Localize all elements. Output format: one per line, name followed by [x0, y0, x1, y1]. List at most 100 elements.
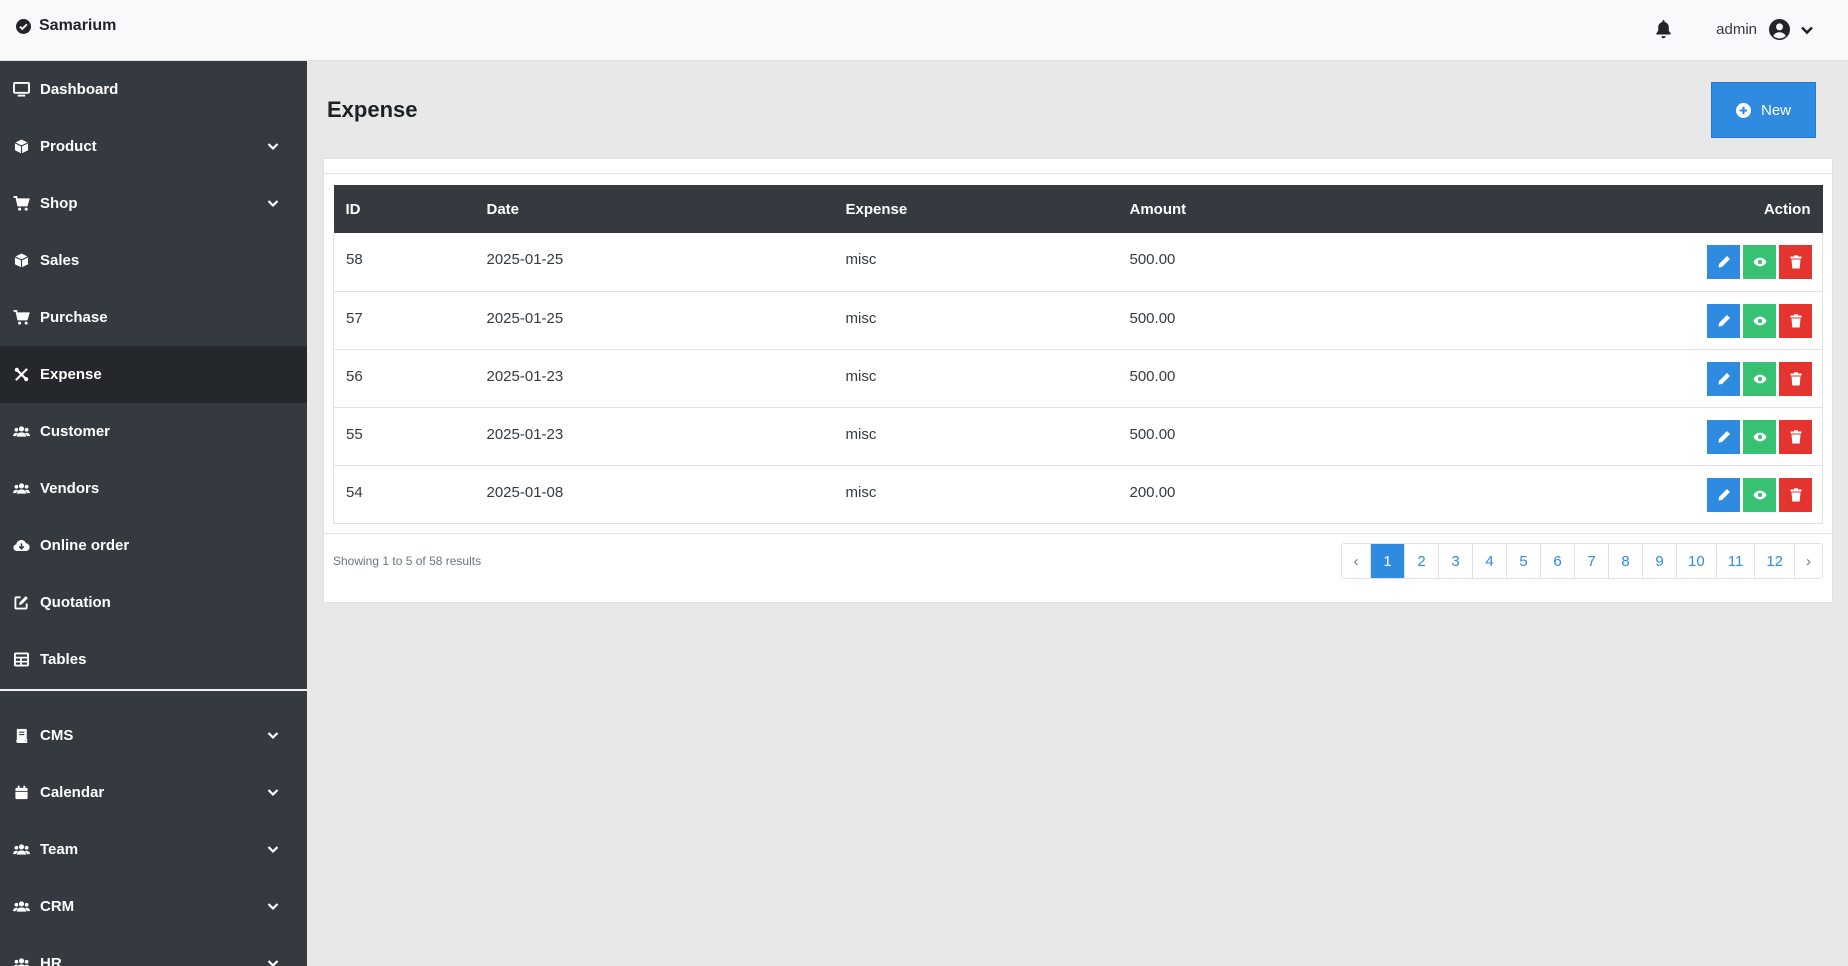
delete-button[interactable] — [1779, 419, 1812, 454]
eye-icon — [1752, 316, 1767, 325]
table-row: 58 2025-01-25 misc 500.00 — [333, 233, 1823, 291]
pagination-next[interactable]: › — [1794, 544, 1822, 578]
pagination-page-3[interactable]: 3 — [1438, 544, 1473, 578]
sidebar-item-label: HR — [40, 955, 62, 966]
sidebar-item-customer[interactable]: Customer — [0, 403, 307, 460]
sidebar-item-dashboard[interactable]: Dashboard — [0, 61, 307, 118]
pagination-page-5[interactable]: 5 — [1506, 544, 1541, 578]
sidebar-item-label: Quotation — [40, 594, 111, 611]
users-icon — [13, 426, 30, 437]
sidebar-item-sales[interactable]: Sales — [0, 232, 307, 289]
pagination-page-11[interactable]: 11 — [1715, 544, 1755, 578]
cloud-download-icon — [13, 539, 30, 552]
edit-button[interactable] — [1707, 477, 1740, 512]
cell-id: 54 — [346, 483, 363, 501]
cell-actions — [1418, 233, 1823, 291]
sidebar-item-crm[interactable]: CRM — [0, 878, 307, 935]
column-header-amount[interactable]: Amount — [1117, 185, 1418, 233]
bell-icon[interactable] — [1655, 20, 1672, 39]
sidebar-item-expense[interactable]: Expense — [0, 346, 307, 403]
pagination-page-6[interactable]: 6 — [1540, 544, 1575, 578]
sidebar-item-cms[interactable]: CMS — [0, 707, 307, 764]
chevron-down-icon — [267, 903, 279, 911]
cell-id: 56 — [346, 367, 363, 385]
pagination-page-8[interactable]: 8 — [1608, 544, 1643, 578]
calendar-icon — [15, 785, 28, 800]
cell-date: 2025-01-23 — [486, 425, 564, 443]
column-header-action: Action — [1417, 185, 1823, 233]
users-icon — [13, 901, 30, 912]
table-row: 54 2025-01-08 misc 200.00 — [333, 465, 1823, 523]
brand[interactable]: Samarium — [16, 17, 116, 35]
sidebar-item-purchase[interactable]: Purchase — [0, 289, 307, 346]
pagination-prev[interactable]: ‹ — [1342, 544, 1371, 578]
cell-date: 2025-01-08 — [486, 483, 564, 501]
edit-button[interactable] — [1707, 245, 1740, 279]
sidebar-item-product[interactable]: Product — [0, 118, 307, 175]
sidebar-item-vendors[interactable]: Vendors — [0, 460, 307, 517]
sidebar-item-label: Purchase — [40, 309, 108, 326]
sidebar-item-team[interactable]: Team — [0, 821, 307, 878]
brand-name: Samarium — [39, 17, 117, 34]
trash-icon — [1790, 371, 1801, 385]
trash-icon — [1790, 313, 1801, 327]
view-button[interactable] — [1743, 477, 1776, 512]
pencil-icon — [1718, 488, 1730, 500]
table-row: 56 2025-01-23 misc 500.00 — [333, 349, 1823, 407]
column-header-date[interactable]: Date — [474, 185, 834, 233]
cart-icon — [13, 310, 30, 325]
sidebar-item-quotation[interactable]: Quotation — [0, 574, 307, 631]
view-button[interactable] — [1743, 361, 1776, 396]
cell-expense: misc — [845, 309, 877, 327]
check-circle-icon — [16, 18, 31, 34]
column-header-id[interactable]: ID — [333, 185, 475, 233]
book-icon — [16, 728, 28, 743]
pencil-icon — [1718, 430, 1730, 442]
cell-expense: misc — [845, 251, 877, 268]
username[interactable]: admin — [1716, 21, 1757, 38]
user-avatar-icon[interactable] — [1769, 19, 1790, 40]
pagination-page-10[interactable]: 10 — [1676, 544, 1716, 578]
view-button[interactable] — [1743, 303, 1776, 338]
pagination-page-1[interactable]: 1 — [1370, 544, 1405, 578]
delete-button[interactable] — [1779, 477, 1812, 512]
pagination-page-12[interactable]: 12 — [1754, 544, 1794, 578]
sidebar-item-label: Shop — [40, 195, 78, 212]
sidebar-item-tables[interactable]: Tables — [0, 631, 307, 688]
view-button[interactable] — [1743, 419, 1776, 454]
pagination-page-2[interactable]: 2 — [1404, 544, 1439, 578]
pagination-page-7[interactable]: 7 — [1574, 544, 1609, 578]
sidebar-item-label: CRM — [40, 898, 75, 915]
pagination-page-4[interactable]: 4 — [1472, 544, 1507, 578]
eye-icon — [1752, 432, 1767, 441]
cell-amount: 500.00 — [1129, 251, 1176, 268]
delete-button[interactable] — [1779, 245, 1812, 279]
new-button-label: New — [1760, 101, 1791, 119]
pagination: ‹ 1 2 3 4 5 6 7 8 9 10 11 12 › — [1341, 543, 1823, 579]
sidebar-item-shop[interactable]: Shop — [0, 175, 307, 232]
delete-button[interactable] — [1779, 303, 1812, 338]
sidebar-item-hr[interactable]: HR — [0, 935, 307, 966]
edit-button[interactable] — [1707, 303, 1740, 338]
eye-icon — [1752, 490, 1767, 499]
pencil-icon — [1718, 314, 1730, 326]
cell-actions — [1418, 465, 1823, 523]
new-expense-button[interactable]: New — [1711, 82, 1816, 138]
edit-button[interactable] — [1707, 419, 1740, 454]
edit-button[interactable] — [1707, 361, 1740, 396]
table-row: 55 2025-01-23 misc 500.00 — [333, 407, 1823, 465]
cell-id: 58 — [346, 251, 363, 268]
view-button[interactable] — [1743, 245, 1776, 279]
sidebar-item-online-order[interactable]: Online order — [0, 517, 307, 574]
edit-icon — [14, 596, 28, 610]
cell-expense: misc — [845, 367, 877, 385]
delete-button[interactable] — [1779, 361, 1812, 396]
column-header-expense[interactable]: Expense — [833, 185, 1118, 233]
pencil-icon — [1718, 256, 1730, 268]
sidebar-item-label: Calendar — [40, 784, 105, 801]
sidebar-item-calendar[interactable]: Calendar — [0, 764, 307, 821]
tools-icon — [14, 367, 29, 382]
cell-actions — [1418, 291, 1823, 349]
pagination-page-9[interactable]: 9 — [1642, 544, 1677, 578]
chevron-down-icon[interactable] — [1800, 23, 1814, 37]
